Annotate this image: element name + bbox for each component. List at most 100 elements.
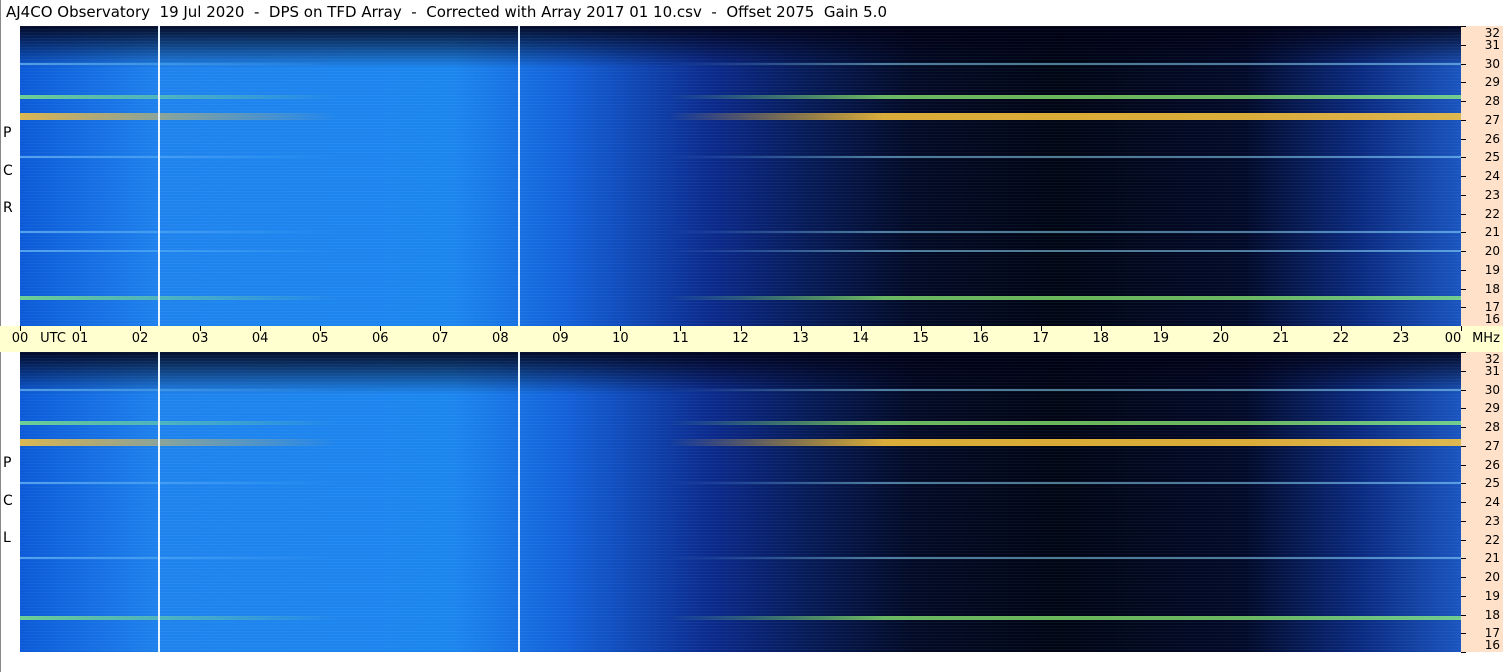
- utc-tick-label: 21: [1272, 331, 1290, 346]
- rcp-interference-band: [20, 62, 1461, 65]
- utc-tick-label: 15: [912, 331, 929, 346]
- utc-tick-label: 01: [71, 331, 89, 346]
- lcp-interference-band: [20, 421, 1461, 426]
- utc-tick-label: 22: [1332, 331, 1350, 346]
- rcp-freq-tick-label: 20: [1484, 244, 1500, 258]
- lcp-freq-tick-mark: [1461, 445, 1466, 447]
- rcp-label-p: P: [3, 125, 12, 141]
- rcp-freq-tick-label: 26: [1484, 131, 1500, 146]
- lcp-freq-tick-label: 26: [1484, 457, 1500, 472]
- rcp-freq-tick-mark: [1461, 251, 1466, 252]
- lcp-freq-tick-mark: [1461, 652, 1466, 653]
- lcp-freq-tick-label: 27: [1484, 438, 1500, 453]
- rcp-freq-tick-label: 21: [1484, 225, 1500, 240]
- rcp-freq-tick-mark: [1461, 232, 1466, 234]
- rcp-freq-tick-label: 18: [1484, 281, 1500, 296]
- rcp-freq-tick-label: 28: [1484, 94, 1500, 108]
- lcp-interference-band: [20, 388, 1461, 391]
- lcp-freq-tick-mark: [1461, 483, 1466, 485]
- rcp-freq-tick-mark: [1461, 194, 1466, 196]
- utc-tick-label: 07: [432, 331, 449, 346]
- utc-tick-label: 13: [792, 331, 809, 346]
- utc-tick-label: 17: [1032, 331, 1049, 346]
- rcp-frequency-axis: 32 31 30 29 28 27 26 25 24 23 22 21 20 19 18 17 16: [1461, 26, 1503, 327]
- rcp-label-r: R: [3, 200, 13, 216]
- rcp-freq-tick-label: 25: [1484, 150, 1500, 165]
- lcp-interference-band: [20, 482, 1461, 485]
- rcp-freq-tick-mark: [1461, 269, 1466, 271]
- rcp-interference-band: [20, 250, 1461, 252]
- rcp-freq-tick-mark: [1461, 44, 1466, 46]
- lcp-spectrogram: [20, 352, 1461, 652]
- lcp-freq-tick-label: 19: [1484, 588, 1500, 603]
- rcp-freq-tick-label: 16: [1484, 312, 1500, 326]
- mhz-unit-label: MHz: [1472, 331, 1500, 346]
- utc-tick-label: 11: [672, 331, 689, 346]
- rcp-freq-tick-mark: [1461, 138, 1466, 140]
- lcp-freq-tick-label: 20: [1484, 570, 1500, 584]
- rcp-freq-tick-label: 24: [1484, 169, 1500, 183]
- lcp-freq-tick-label: 16: [1484, 638, 1500, 652]
- lcp-label-p: P: [3, 455, 12, 471]
- lcp-freq-tick-mark: [1461, 352, 1466, 353]
- rcp-marker-line: [158, 26, 161, 326]
- rcp-freq-tick-mark: [1461, 26, 1466, 27]
- lcp-freq-tick-mark: [1461, 408, 1466, 410]
- lcp-freq-tick-label: 28: [1484, 420, 1500, 434]
- lcp-spectrogram-image: [20, 352, 1461, 652]
- utc-tick-label: 20: [1212, 331, 1230, 346]
- lcp-interference-band: [20, 616, 1461, 621]
- utc-unit-label: UTC: [40, 331, 66, 346]
- chart-title: AJ4CO Observatory 19 Jul 2020 - DPS on T…: [6, 3, 887, 21]
- rcp-freq-tick-mark: [1461, 157, 1466, 159]
- rcp-freq-tick-label: 19: [1484, 262, 1500, 277]
- lcp-freq-tick-label: 29: [1484, 401, 1500, 416]
- lcp-interference-band: [20, 557, 1461, 560]
- rcp-marker-line: [518, 26, 521, 326]
- lcp-freq-tick-mark: [1461, 558, 1466, 560]
- lcp-freq-tick-mark: [1461, 595, 1466, 597]
- rcp-freq-tick-label: 23: [1484, 187, 1500, 202]
- lcp-freq-tick-mark: [1461, 502, 1466, 503]
- utc-tick-label: 09: [552, 331, 569, 346]
- lcp-freq-tick-label: 21: [1484, 551, 1500, 566]
- lcp-freq-tick-label: 23: [1484, 513, 1500, 528]
- rcp-freq-tick-mark: [1461, 213, 1466, 215]
- rcp-spectrogram: [20, 26, 1461, 326]
- rcp-interference-band: [20, 295, 1461, 300]
- rcp-interference-band: [20, 95, 1461, 100]
- utc-tick-label: 02: [131, 331, 149, 346]
- utc-tick-label: 08: [492, 331, 509, 346]
- lcp-marker-line: [158, 352, 161, 652]
- rcp-interference-band: [20, 112, 1461, 120]
- utc-tick-label: 23: [1392, 331, 1410, 346]
- lcp-freq-tick-mark: [1461, 539, 1466, 541]
- rcp-freq-tick-label: 30: [1484, 56, 1500, 71]
- rcp-freq-tick-mark: [1461, 82, 1466, 84]
- lcp-freq-tick-mark: [1461, 577, 1466, 578]
- rcp-freq-tick-mark: [1461, 63, 1466, 65]
- utc-tick-label: 00: [11, 331, 29, 346]
- utc-tick-label: 05: [311, 331, 329, 346]
- rcp-freq-tick-label: 22: [1484, 206, 1500, 221]
- lcp-freq-tick-label: 18: [1484, 607, 1500, 622]
- rcp-freq-tick-mark: [1461, 288, 1466, 290]
- utc-tick-label: 14: [852, 331, 869, 346]
- utc-tick-label: 03: [191, 331, 209, 346]
- lcp-freq-tick-label: 24: [1484, 495, 1500, 509]
- lcp-freq-tick-mark: [1461, 520, 1466, 522]
- lcp-label-l: L: [3, 530, 11, 546]
- rcp-spectrogram-image: [20, 26, 1461, 326]
- lcp-freq-tick-label: 30: [1484, 382, 1500, 397]
- lcp-frequency-axis: 32 31 30 29 28 27 26 25 24 23 22 21 20 19 18 17 16: [1461, 352, 1503, 653]
- utc-tick-label: 06: [371, 331, 389, 346]
- lcp-freq-tick-label: 31: [1484, 363, 1500, 378]
- utc-tick-label: 16: [972, 331, 989, 346]
- lcp-interference-band: [20, 438, 1461, 446]
- utc-time-axis: 00 01 02 03 04 05 06 07 08 09 10 11 12 13 14 15 16 17 18 19…: [0, 326, 1503, 352]
- rcp-label-c: C: [3, 163, 13, 179]
- utc-tick-label: 12: [732, 331, 749, 346]
- lcp-freq-tick-mark: [1461, 633, 1466, 635]
- rcp-freq-tick-mark: [1461, 307, 1466, 309]
- lcp-freq-tick-mark: [1461, 370, 1466, 372]
